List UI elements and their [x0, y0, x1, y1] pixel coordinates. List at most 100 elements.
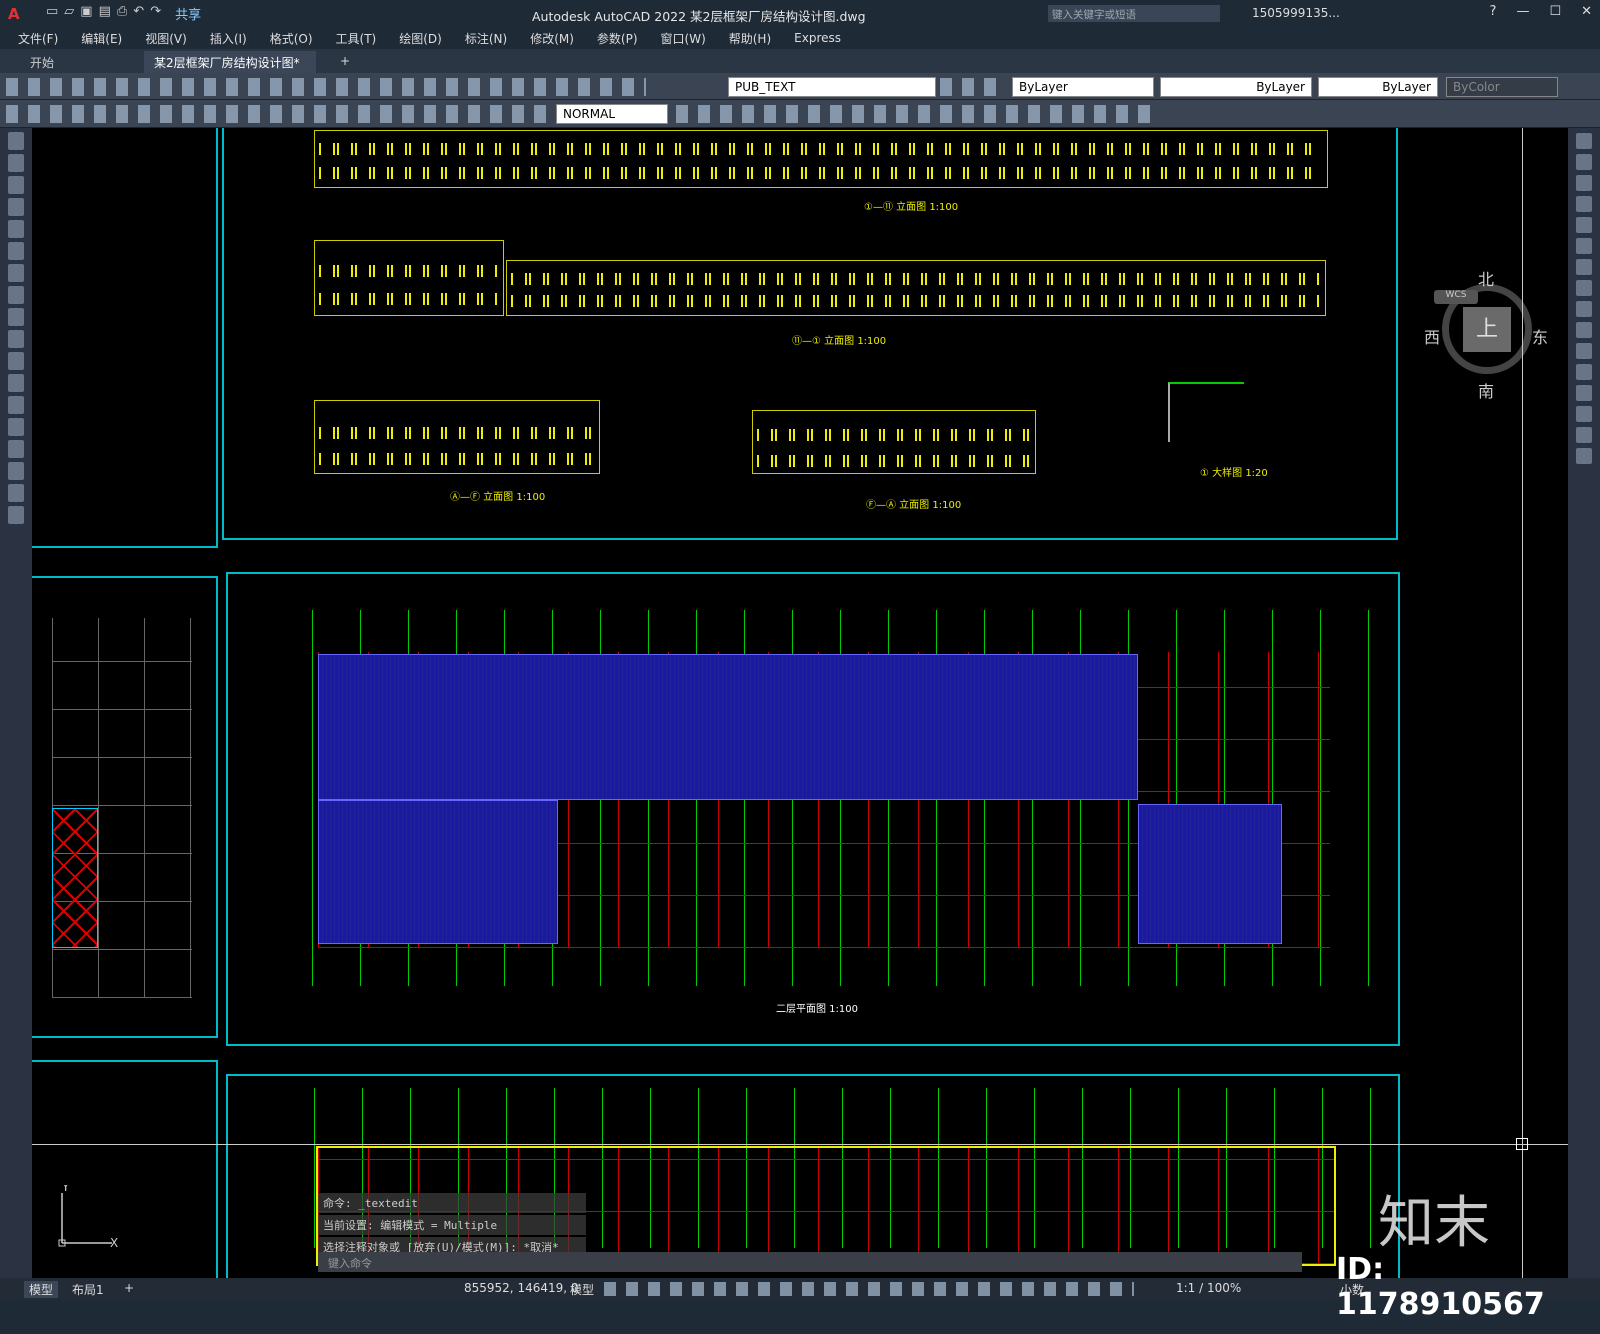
- menu-parametric[interactable]: 参数(P): [597, 30, 638, 47]
- rotate-icon[interactable]: [1576, 259, 1592, 275]
- coordinates-readout: 855952, 146419, 0: [464, 1281, 579, 1295]
- share-button[interactable]: 共享: [175, 4, 201, 23]
- menu-modify[interactable]: 修改(M): [530, 30, 574, 47]
- quick-access-toolbar: ▭ ▱ ▣ ▤ ⎙ ↶ ↷ 共享: [46, 4, 201, 23]
- spline-icon[interactable]: [8, 286, 24, 304]
- menu-insert[interactable]: 插入(I): [210, 30, 247, 47]
- tab-model[interactable]: 模型: [24, 1281, 59, 1298]
- drawing-canvas[interactable]: ①—⑪ 立面图 1:100 ⑪—① 立面图 1:100 Ⓐ—Ⓕ 立面图 1:10…: [32, 128, 1568, 1278]
- stretch-icon[interactable]: [1576, 301, 1592, 317]
- saveas-icon[interactable]: ▤: [99, 4, 111, 23]
- roof-panel-lower-left: [318, 800, 558, 944]
- fillet-icon[interactable]: [1576, 427, 1592, 443]
- help-icon[interactable]: ?: [1490, 4, 1497, 19]
- save-icon[interactable]: ▣: [80, 4, 92, 23]
- layer-dropdown[interactable]: PUB_TEXT: [728, 77, 936, 97]
- move-icon[interactable]: [1576, 238, 1592, 254]
- ellipse-arc-icon[interactable]: [8, 330, 24, 348]
- revcloud-icon[interactable]: [8, 264, 24, 282]
- compass-south[interactable]: 南: [1478, 378, 1494, 402]
- polyline-icon[interactable]: [8, 154, 24, 172]
- menu-dimension[interactable]: 标注(N): [465, 30, 507, 47]
- redo-icon[interactable]: ↷: [150, 4, 161, 23]
- insert-block-icon[interactable]: [8, 352, 24, 370]
- lineweight-dropdown[interactable]: ByLayer: [1318, 77, 1438, 97]
- viewcube[interactable]: 上 北 南 西 东: [1424, 266, 1548, 401]
- copy-icon[interactable]: [1576, 154, 1592, 170]
- tab-document[interactable]: 某2层框架厂房结构设计图* ×: [144, 51, 316, 85]
- region-icon[interactable]: [8, 462, 24, 480]
- minimize-icon[interactable]: —: [1516, 4, 1529, 19]
- toolbar-icons[interactable]: [6, 78, 646, 96]
- textstyle-dropdown[interactable]: NORMAL: [556, 104, 668, 124]
- layer-tools-icons[interactable]: [940, 78, 1002, 96]
- command-input[interactable]: 键入命令: [318, 1252, 1302, 1272]
- array-icon[interactable]: [1576, 217, 1592, 233]
- erase-icon[interactable]: [1576, 133, 1592, 149]
- line-icon[interactable]: [8, 132, 24, 150]
- menu-view[interactable]: 视图(V): [145, 30, 187, 47]
- new-icon[interactable]: ▭: [46, 4, 58, 23]
- undo-icon[interactable]: ↶: [133, 4, 144, 23]
- explode-icon[interactable]: [1576, 448, 1592, 464]
- autocad-logo-icon[interactable]: A: [0, 5, 22, 23]
- modify-icons[interactable]: [676, 105, 1156, 123]
- menu-window[interactable]: 窗口(W): [661, 30, 706, 47]
- close-icon[interactable]: ✕: [1581, 4, 1592, 19]
- scale-icon[interactable]: [1576, 280, 1592, 296]
- drafting-aids-icons[interactable]: [604, 1282, 1134, 1296]
- menu-edit[interactable]: 编辑(E): [81, 30, 122, 47]
- user-account[interactable]: 1505999135...: [1252, 6, 1340, 20]
- wcs-menu[interactable]: WCS: [1434, 290, 1478, 304]
- menu-tools[interactable]: 工具(T): [336, 30, 377, 47]
- open-icon[interactable]: ▱: [64, 4, 74, 23]
- hatch-icon[interactable]: [8, 418, 24, 436]
- mirror-icon[interactable]: [1576, 175, 1592, 191]
- break-icon[interactable]: [1576, 364, 1592, 380]
- elevation-1-title: ①—⑪ 立面图 1:100: [864, 202, 959, 213]
- table-icon[interactable]: [8, 484, 24, 502]
- offset-icon[interactable]: [1576, 196, 1592, 212]
- menu-file[interactable]: 文件(F): [18, 30, 58, 47]
- ellipse-icon[interactable]: [8, 308, 24, 326]
- tab-add-button[interactable]: +: [330, 51, 360, 73]
- dimension-icons[interactable]: [6, 105, 546, 123]
- make-block-icon[interactable]: [8, 374, 24, 392]
- tab-start[interactable]: 开始: [20, 51, 64, 73]
- compass-west[interactable]: 西: [1424, 324, 1440, 348]
- trim-icon[interactable]: [1576, 322, 1592, 338]
- chamfer-icon[interactable]: [1576, 406, 1592, 422]
- point-icon[interactable]: [8, 396, 24, 414]
- elevation-4-title: Ⓕ—Ⓐ 立面图 1:100: [866, 500, 962, 511]
- polygon-icon[interactable]: [8, 176, 24, 194]
- arc-icon[interactable]: [8, 220, 24, 238]
- maximize-icon[interactable]: ☐: [1549, 4, 1561, 19]
- linetype-dropdown[interactable]: ByLayer: [1160, 77, 1312, 97]
- mtext-icon[interactable]: [8, 506, 24, 524]
- annotation-scale[interactable]: 1:1 / 100%: [1176, 1281, 1241, 1295]
- circle-icon[interactable]: [8, 242, 24, 260]
- elevation-2-title: ⑪—① 立面图 1:100: [792, 336, 887, 347]
- model-space-button[interactable]: 模型: [570, 1281, 594, 1298]
- menu-draw[interactable]: 绘图(D): [399, 30, 442, 47]
- compass-east[interactable]: 东: [1532, 324, 1548, 348]
- search-input[interactable]: 键入关键字或短语: [1048, 5, 1220, 22]
- standard-toolbar: PUB_TEXT ByLayer ByLayer ByLayer ByColor: [0, 73, 1600, 100]
- compass-north[interactable]: 北: [1478, 266, 1494, 290]
- tab-add-layout[interactable]: +: [124, 1281, 134, 1295]
- extend-icon[interactable]: [1576, 343, 1592, 359]
- join-icon[interactable]: [1576, 385, 1592, 401]
- gradient-icon[interactable]: [8, 440, 24, 458]
- print-icon[interactable]: ⎙: [117, 4, 127, 23]
- rectangle-icon[interactable]: [8, 198, 24, 216]
- menu-format[interactable]: 格式(O): [270, 30, 313, 47]
- command-line-1: 命令: _textedit: [318, 1193, 586, 1213]
- menu-help[interactable]: 帮助(H): [729, 30, 771, 47]
- roof-panel-lower-right: [1138, 804, 1282, 944]
- ucs-icon: Y X: [58, 1185, 118, 1249]
- plotstyle-dropdown[interactable]: ByColor: [1446, 77, 1558, 97]
- color-dropdown[interactable]: ByLayer: [1012, 77, 1154, 97]
- viewcube-top[interactable]: 上: [1463, 307, 1511, 352]
- tab-layout1[interactable]: 布局1: [72, 1281, 104, 1298]
- menu-express[interactable]: Express: [794, 31, 841, 45]
